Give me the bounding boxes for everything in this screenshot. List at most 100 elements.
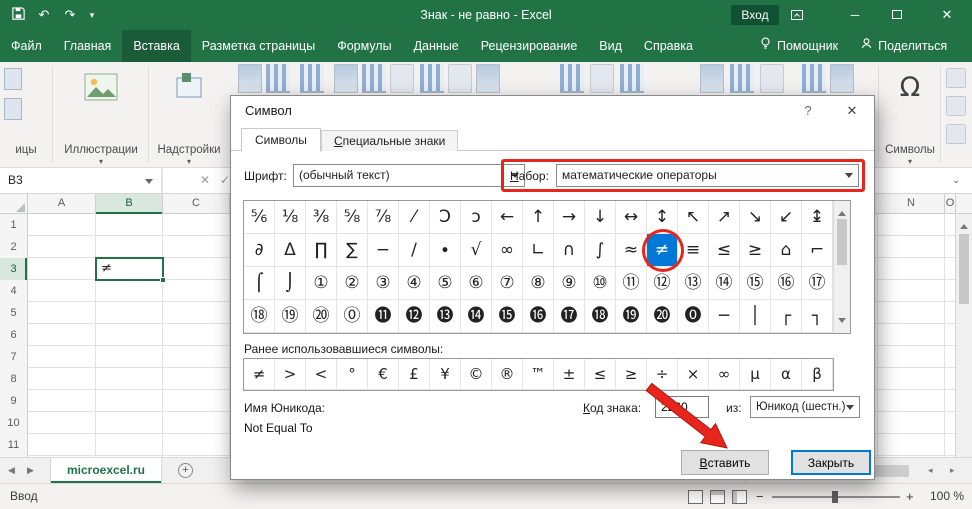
- symbol-cell[interactable]: √: [461, 234, 492, 267]
- symbol-cell[interactable]: ⑪: [616, 267, 647, 300]
- scroll-down-icon[interactable]: [838, 318, 846, 327]
- symbol-cell[interactable]: ⅚: [244, 201, 275, 234]
- symbol-cell[interactable]: ∑: [337, 234, 368, 267]
- row-header[interactable]: 6: [0, 324, 27, 346]
- prev-sheet-icon[interactable]: ◀: [8, 458, 15, 483]
- symbol-cell[interactable]: ≤: [709, 234, 740, 267]
- tab-symbols[interactable]: Символы: [241, 128, 321, 152]
- symbol-cell[interactable]: ⑰: [802, 267, 833, 300]
- new-sheet-button[interactable]: +: [178, 463, 193, 478]
- symbol-cell[interactable]: ∂: [244, 234, 275, 267]
- tab-special-characters[interactable]: Специальные знаки: [321, 130, 458, 151]
- recent-symbol-cell[interactable]: μ: [740, 359, 771, 390]
- recent-symbol-cell[interactable]: >: [275, 359, 306, 390]
- recent-symbol-cell[interactable]: £: [399, 359, 430, 390]
- symbol-cell[interactable]: ↘: [740, 201, 771, 234]
- symbol-cell[interactable]: ⑯: [771, 267, 802, 300]
- next-sheet-icon[interactable]: ▶: [27, 458, 34, 483]
- cancel-icon[interactable]: ✕: [200, 168, 210, 193]
- ribbon-display-options-icon[interactable]: [790, 8, 804, 25]
- scroll-up-icon[interactable]: [960, 220, 968, 229]
- recent-symbol-cell[interactable]: ¥: [430, 359, 461, 390]
- column-header[interactable]: C: [163, 194, 230, 214]
- recent-symbol-cell[interactable]: ∞: [709, 359, 740, 390]
- symbol-cell[interactable]: ∕: [399, 234, 430, 267]
- symbol-cell[interactable]: │: [740, 300, 771, 333]
- dialog-close-icon[interactable]: ✕: [829, 96, 875, 126]
- ribbon-icon[interactable]: [238, 64, 262, 93]
- symbol-cell[interactable]: ≥: [740, 234, 771, 267]
- symbol-cell[interactable]: ⑮: [740, 267, 771, 300]
- symbol-cell[interactable]: ⑲: [275, 300, 306, 333]
- row-header[interactable]: 3: [0, 258, 27, 280]
- ribbon-icon[interactable]: [420, 64, 444, 93]
- ribbon-icon[interactable]: [830, 64, 854, 93]
- zoom-out-icon[interactable]: −: [756, 484, 764, 509]
- symbol-cell[interactable]: −: [368, 234, 399, 267]
- recent-symbol-cell[interactable]: <: [306, 359, 337, 390]
- zoom-in-icon[interactable]: +: [906, 484, 914, 509]
- scroll-up-icon[interactable]: [838, 207, 846, 216]
- symbol-cell[interactable]: ←: [492, 201, 523, 234]
- chevron-down-icon[interactable]: [846, 405, 854, 414]
- symbol-cell[interactable]: ∙: [430, 234, 461, 267]
- sheet-tab-active[interactable]: microexcel.ru: [50, 458, 162, 483]
- row-header[interactable]: 8: [0, 368, 27, 390]
- symbol-cell[interactable]: ∞: [492, 234, 523, 267]
- expand-formula-bar-icon[interactable]: ⌄: [952, 168, 960, 193]
- symbol-cell[interactable]: ⓪: [337, 300, 368, 333]
- symbol-cell[interactable]: ⑥: [461, 267, 492, 300]
- ribbon-icon[interactable]: [802, 64, 826, 93]
- symbol-cell[interactable]: ∟: [523, 234, 554, 267]
- symbol-cell[interactable]: ⑨: [554, 267, 585, 300]
- fill-handle[interactable]: [160, 277, 166, 283]
- symbol-cell[interactable]: ⓿: [678, 300, 709, 333]
- symbol-cell[interactable]: ─: [709, 300, 740, 333]
- ribbon-icon[interactable]: [334, 64, 358, 93]
- scroll-left-icon[interactable]: ◂: [928, 458, 933, 483]
- char-code-input[interactable]: [655, 396, 709, 418]
- symbol-cell[interactable]: ⓮: [461, 300, 492, 333]
- symbol-cell[interactable]: ⓰: [523, 300, 554, 333]
- symbol-cell[interactable]: ↗: [709, 201, 740, 234]
- column-header[interactable]: O: [945, 194, 956, 214]
- symbol-cell[interactable]: ⌠: [244, 267, 275, 300]
- tab-formulas[interactable]: Формулы: [326, 30, 402, 62]
- tab-file[interactable]: Файл: [0, 30, 53, 62]
- ribbon-icon[interactable]: [560, 64, 584, 93]
- symbol-cell[interactable]: ⑤: [430, 267, 461, 300]
- symbol-cell[interactable]: ④: [399, 267, 430, 300]
- ribbon-icon[interactable]: [362, 64, 386, 93]
- recent-symbol-cell[interactable]: ×: [678, 359, 709, 390]
- ribbon-icon[interactable]: [476, 64, 500, 93]
- scrollbar-thumb[interactable]: [837, 219, 847, 265]
- row-header[interactable]: 5: [0, 302, 27, 324]
- symbol-cell[interactable]: ①: [306, 267, 337, 300]
- tab-data[interactable]: Данные: [403, 30, 470, 62]
- symbol-cell[interactable]: ⌂: [771, 234, 802, 267]
- name-box[interactable]: B3: [0, 168, 163, 193]
- select-all-corner[interactable]: [0, 194, 28, 214]
- symbol-cell[interactable]: ③: [368, 267, 399, 300]
- column-header[interactable]: A: [28, 194, 96, 214]
- symbol-cell[interactable]: ⅝: [337, 201, 368, 234]
- recent-symbol-cell[interactable]: α: [771, 359, 802, 390]
- symbols-button[interactable]: Ω Символы ▾: [882, 62, 938, 166]
- symbol-cell[interactable]: ┌: [771, 300, 802, 333]
- close-window-button[interactable]: ✕: [930, 0, 964, 30]
- symbol-cell[interactable]: ⓴: [647, 300, 678, 333]
- ribbon-icon[interactable]: [946, 96, 966, 116]
- row-header[interactable]: 4: [0, 280, 27, 302]
- symbol-cell[interactable]: ⅛: [275, 201, 306, 234]
- ribbon-icon[interactable]: [266, 64, 290, 93]
- page-layout-view-icon[interactable]: [710, 490, 725, 504]
- column-header[interactable]: B: [96, 194, 163, 214]
- enter-icon[interactable]: ✓: [220, 168, 230, 193]
- symbol-cell[interactable]: ⑩: [585, 267, 616, 300]
- zoom-level[interactable]: 100 %: [922, 484, 964, 509]
- symbol-cell[interactable]: ⓲: [585, 300, 616, 333]
- tab-review[interactable]: Рецензирование: [470, 30, 589, 62]
- tab-home[interactable]: Главная: [53, 30, 123, 62]
- scrollbar-thumb[interactable]: [959, 234, 969, 304]
- row-header[interactable]: 1: [0, 214, 27, 236]
